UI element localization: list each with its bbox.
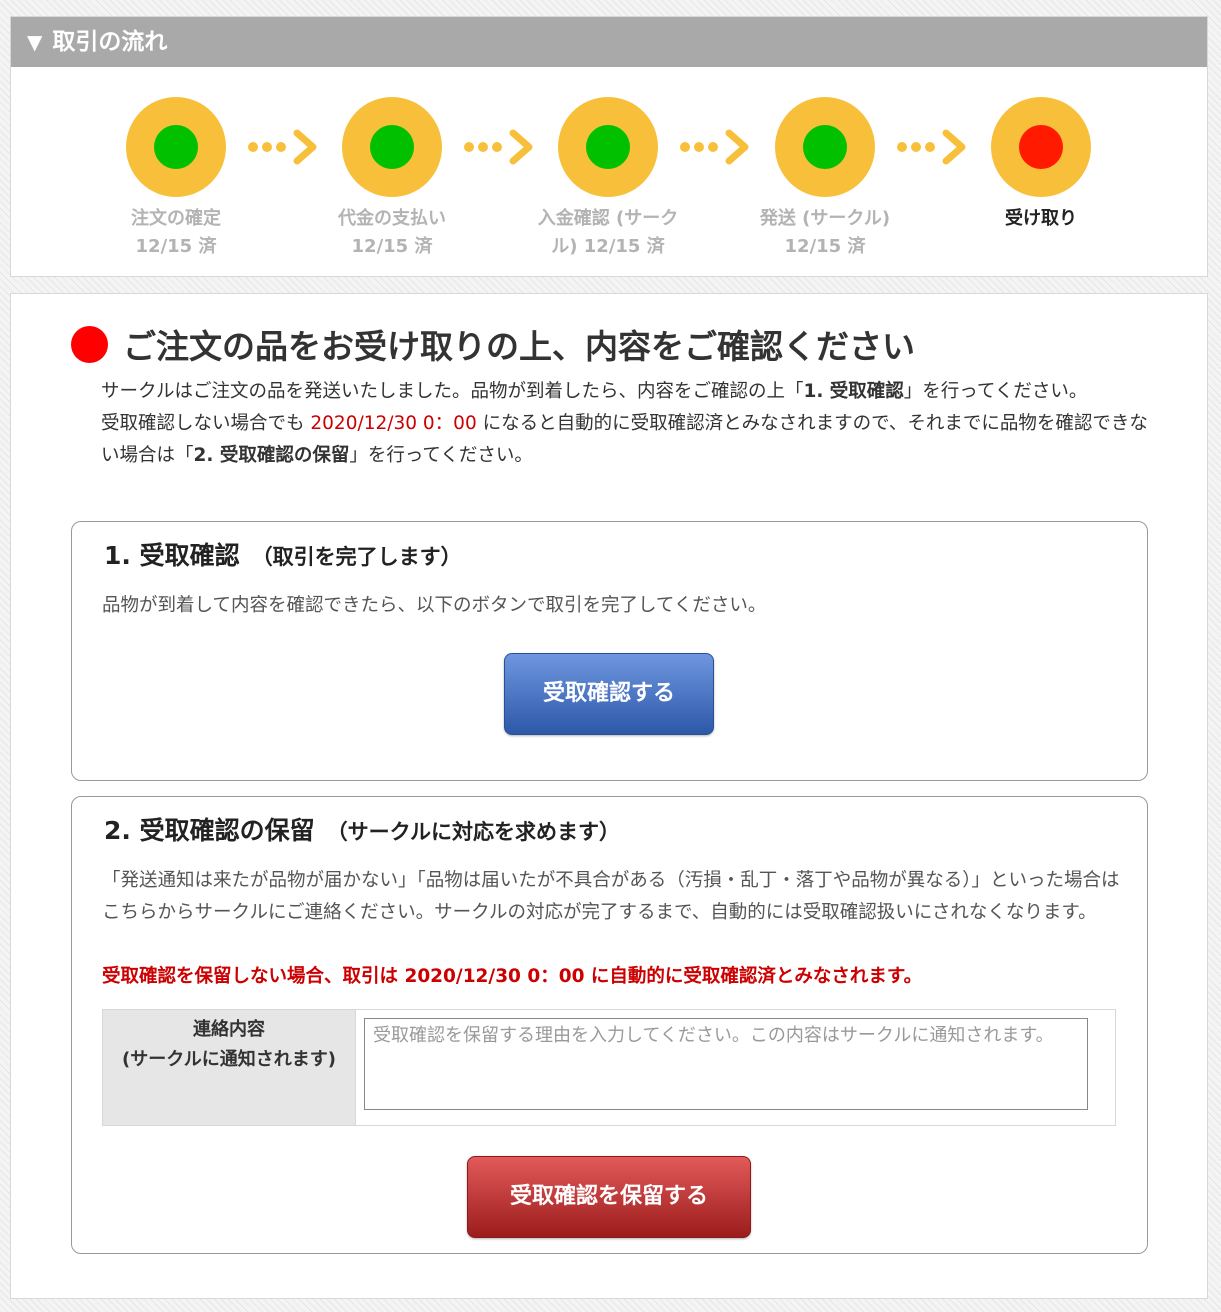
section-title: 1. 受取確認 （取引を完了します） — [104, 541, 462, 570]
flow-step-payment: 代金の支払い 12/15 済 — [302, 97, 482, 261]
step-label: 注文の確定 12/15 済 — [131, 208, 221, 257]
step-label: 発送 (サークル) 12/15 済 — [759, 208, 891, 257]
contact-field-cell — [356, 1010, 1115, 1125]
intro-text: サークルはご注文の品を発送いたしました。品物が到着したら、内容をご確認の上「1.… — [101, 376, 1151, 472]
flow-step-payment-received: 入金確認 (サーク ル) 12/15 済 — [518, 97, 698, 261]
hold-receipt-button[interactable]: 受取確認を保留する — [467, 1156, 751, 1238]
triangle-down-icon[interactable]: ▼ — [27, 30, 42, 54]
receipt-hold-section: 2. 受取確認の保留 （サークルに対応を求めます） 「発送通知は来たが品物が届かな… — [71, 796, 1148, 1254]
section-description: 「発送通知は来たが品物が届かない」「品物は届いたが不具合がある（汚損・乱丁・落丁… — [102, 870, 1120, 923]
receipt-confirmation-panel: ご注文の品をお受け取りの上、内容をご確認ください サークルはご注文の品を発送いた… — [10, 293, 1208, 1299]
step-status-dot — [154, 125, 198, 169]
flow-step-receipt: 受け取り — [951, 97, 1131, 233]
flow-header-title: 取引の流れ — [52, 29, 168, 55]
intro-paragraph-2: 受取確認しない場合でも 2020/12/30 0：00 になると自動的に受取確認… — [101, 413, 1148, 466]
contact-form: 連絡内容 (サークルに通知されます) — [102, 1009, 1116, 1126]
step-status-dot — [586, 125, 630, 169]
step-circle — [991, 97, 1091, 197]
auto-confirm-warning: 受取確認を保留しない場合、取引は 2020/12/30 0：00 に自動的に受取… — [102, 966, 923, 987]
confirm-receipt-button[interactable]: 受取確認する — [504, 653, 714, 735]
flow-step-shipped: 発送 (サークル) 12/15 済 — [735, 97, 915, 261]
step-label: 入金確認 (サーク ル) 12/15 済 — [537, 208, 679, 257]
hold-reason-textarea[interactable] — [364, 1018, 1088, 1110]
page-title: ご注文の品をお受け取りの上、内容をご確認ください — [71, 322, 915, 366]
step-circle — [126, 97, 226, 197]
flow-step-order-confirmed: 注文の確定 12/15 済 — [86, 97, 266, 261]
contact-field-label: 連絡内容 (サークルに通知されます) — [103, 1010, 356, 1125]
step-status-dot — [803, 125, 847, 169]
section-title: 2. 受取確認の保留 （サークルに対応を求めます） — [104, 816, 620, 845]
receipt-confirm-section: 1. 受取確認 （取引を完了します） 品物が到着して内容を確認できたら、以下のボタ… — [71, 521, 1148, 781]
step-label: 代金の支払い 12/15 済 — [338, 208, 446, 257]
auto-confirm-date: 2020/12/30 0：00 — [310, 413, 477, 434]
step-status-dot-current — [1019, 125, 1063, 169]
transaction-flow-panel: ▼ 取引の流れ 注文の確定 12/15 済 代金の支払い 12/15 済 入金確… — [10, 16, 1208, 277]
step-circle — [342, 97, 442, 197]
step-circle — [558, 97, 658, 197]
step-label-current: 受け取り — [1005, 208, 1077, 229]
step-circle — [775, 97, 875, 197]
flow-header[interactable]: ▼ 取引の流れ — [11, 17, 1207, 67]
intro-paragraph-1: サークルはご注文の品を発送いたしました。品物が到着したら、内容をご確認の上「1.… — [101, 381, 1088, 402]
section-description: 品物が到着して内容を確認できたら、以下のボタンで取引を完了してください。 — [102, 595, 767, 616]
red-circle-icon — [71, 325, 108, 363]
step-status-dot — [370, 125, 414, 169]
